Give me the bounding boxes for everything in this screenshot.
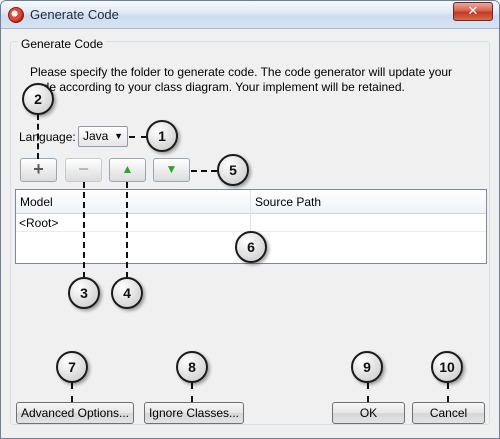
table-cell-model[interactable]: <Root>: [16, 214, 251, 232]
advanced-options-button[interactable]: Advanced Options...: [16, 402, 134, 424]
callout-8: 8: [176, 351, 208, 383]
arrow-up-icon: ▲: [121, 162, 134, 176]
callout-1-leader: [129, 136, 147, 138]
callout-10: 10: [431, 351, 463, 383]
chevron-down-icon: ▼: [114, 131, 123, 141]
language-select[interactable]: Java ▼: [78, 126, 128, 147]
plus-icon: +: [33, 159, 44, 179]
remove-button[interactable]: −: [65, 158, 102, 182]
cancel-button[interactable]: Cancel: [412, 402, 485, 424]
column-header-source-path[interactable]: Source Path: [251, 190, 486, 214]
callout-6: 6: [235, 231, 267, 263]
callout-4-leader: [126, 182, 128, 278]
app-logo-icon: [8, 7, 24, 23]
move-up-button[interactable]: ▲: [109, 158, 146, 182]
callout-5: 5: [217, 154, 249, 186]
window-title: Generate Code: [30, 7, 119, 22]
callout-3: 3: [68, 277, 100, 309]
callout-7-leader: [71, 383, 73, 402]
generate-code-dialog: Generate Code ✕ Generate Code Please spe…: [0, 0, 500, 439]
minus-icon: −: [78, 159, 89, 179]
callout-9-leader: [367, 383, 369, 402]
callout-5-leader: [191, 170, 217, 172]
group-legend: Generate Code: [18, 37, 107, 51]
ok-button[interactable]: OK: [332, 402, 405, 424]
callout-1: 1: [146, 120, 178, 152]
add-button[interactable]: +: [20, 158, 57, 182]
instructions-text: Please specify the folder to generate co…: [30, 65, 453, 94]
callout-4: 4: [111, 277, 143, 309]
callout-10-leader: [447, 383, 449, 402]
language-selected-value: Java: [83, 129, 109, 143]
arrow-down-icon: ▼: [165, 162, 178, 176]
ignore-classes-button[interactable]: Ignore Classes...: [144, 402, 244, 424]
title-bar[interactable]: Generate Code ✕: [1, 1, 499, 29]
callout-2: 2: [22, 83, 54, 115]
callout-2-leader: [37, 114, 39, 159]
move-down-button[interactable]: ▼: [153, 158, 190, 182]
callout-8-leader: [191, 383, 193, 402]
column-header-model[interactable]: Model: [16, 190, 251, 214]
table-cell-source-path[interactable]: [251, 214, 486, 232]
callout-7: 7: [56, 351, 88, 383]
close-button[interactable]: ✕: [453, 2, 493, 21]
language-label: Language:: [19, 130, 76, 144]
callout-3-leader: [83, 182, 85, 278]
callout-9: 9: [351, 351, 383, 383]
